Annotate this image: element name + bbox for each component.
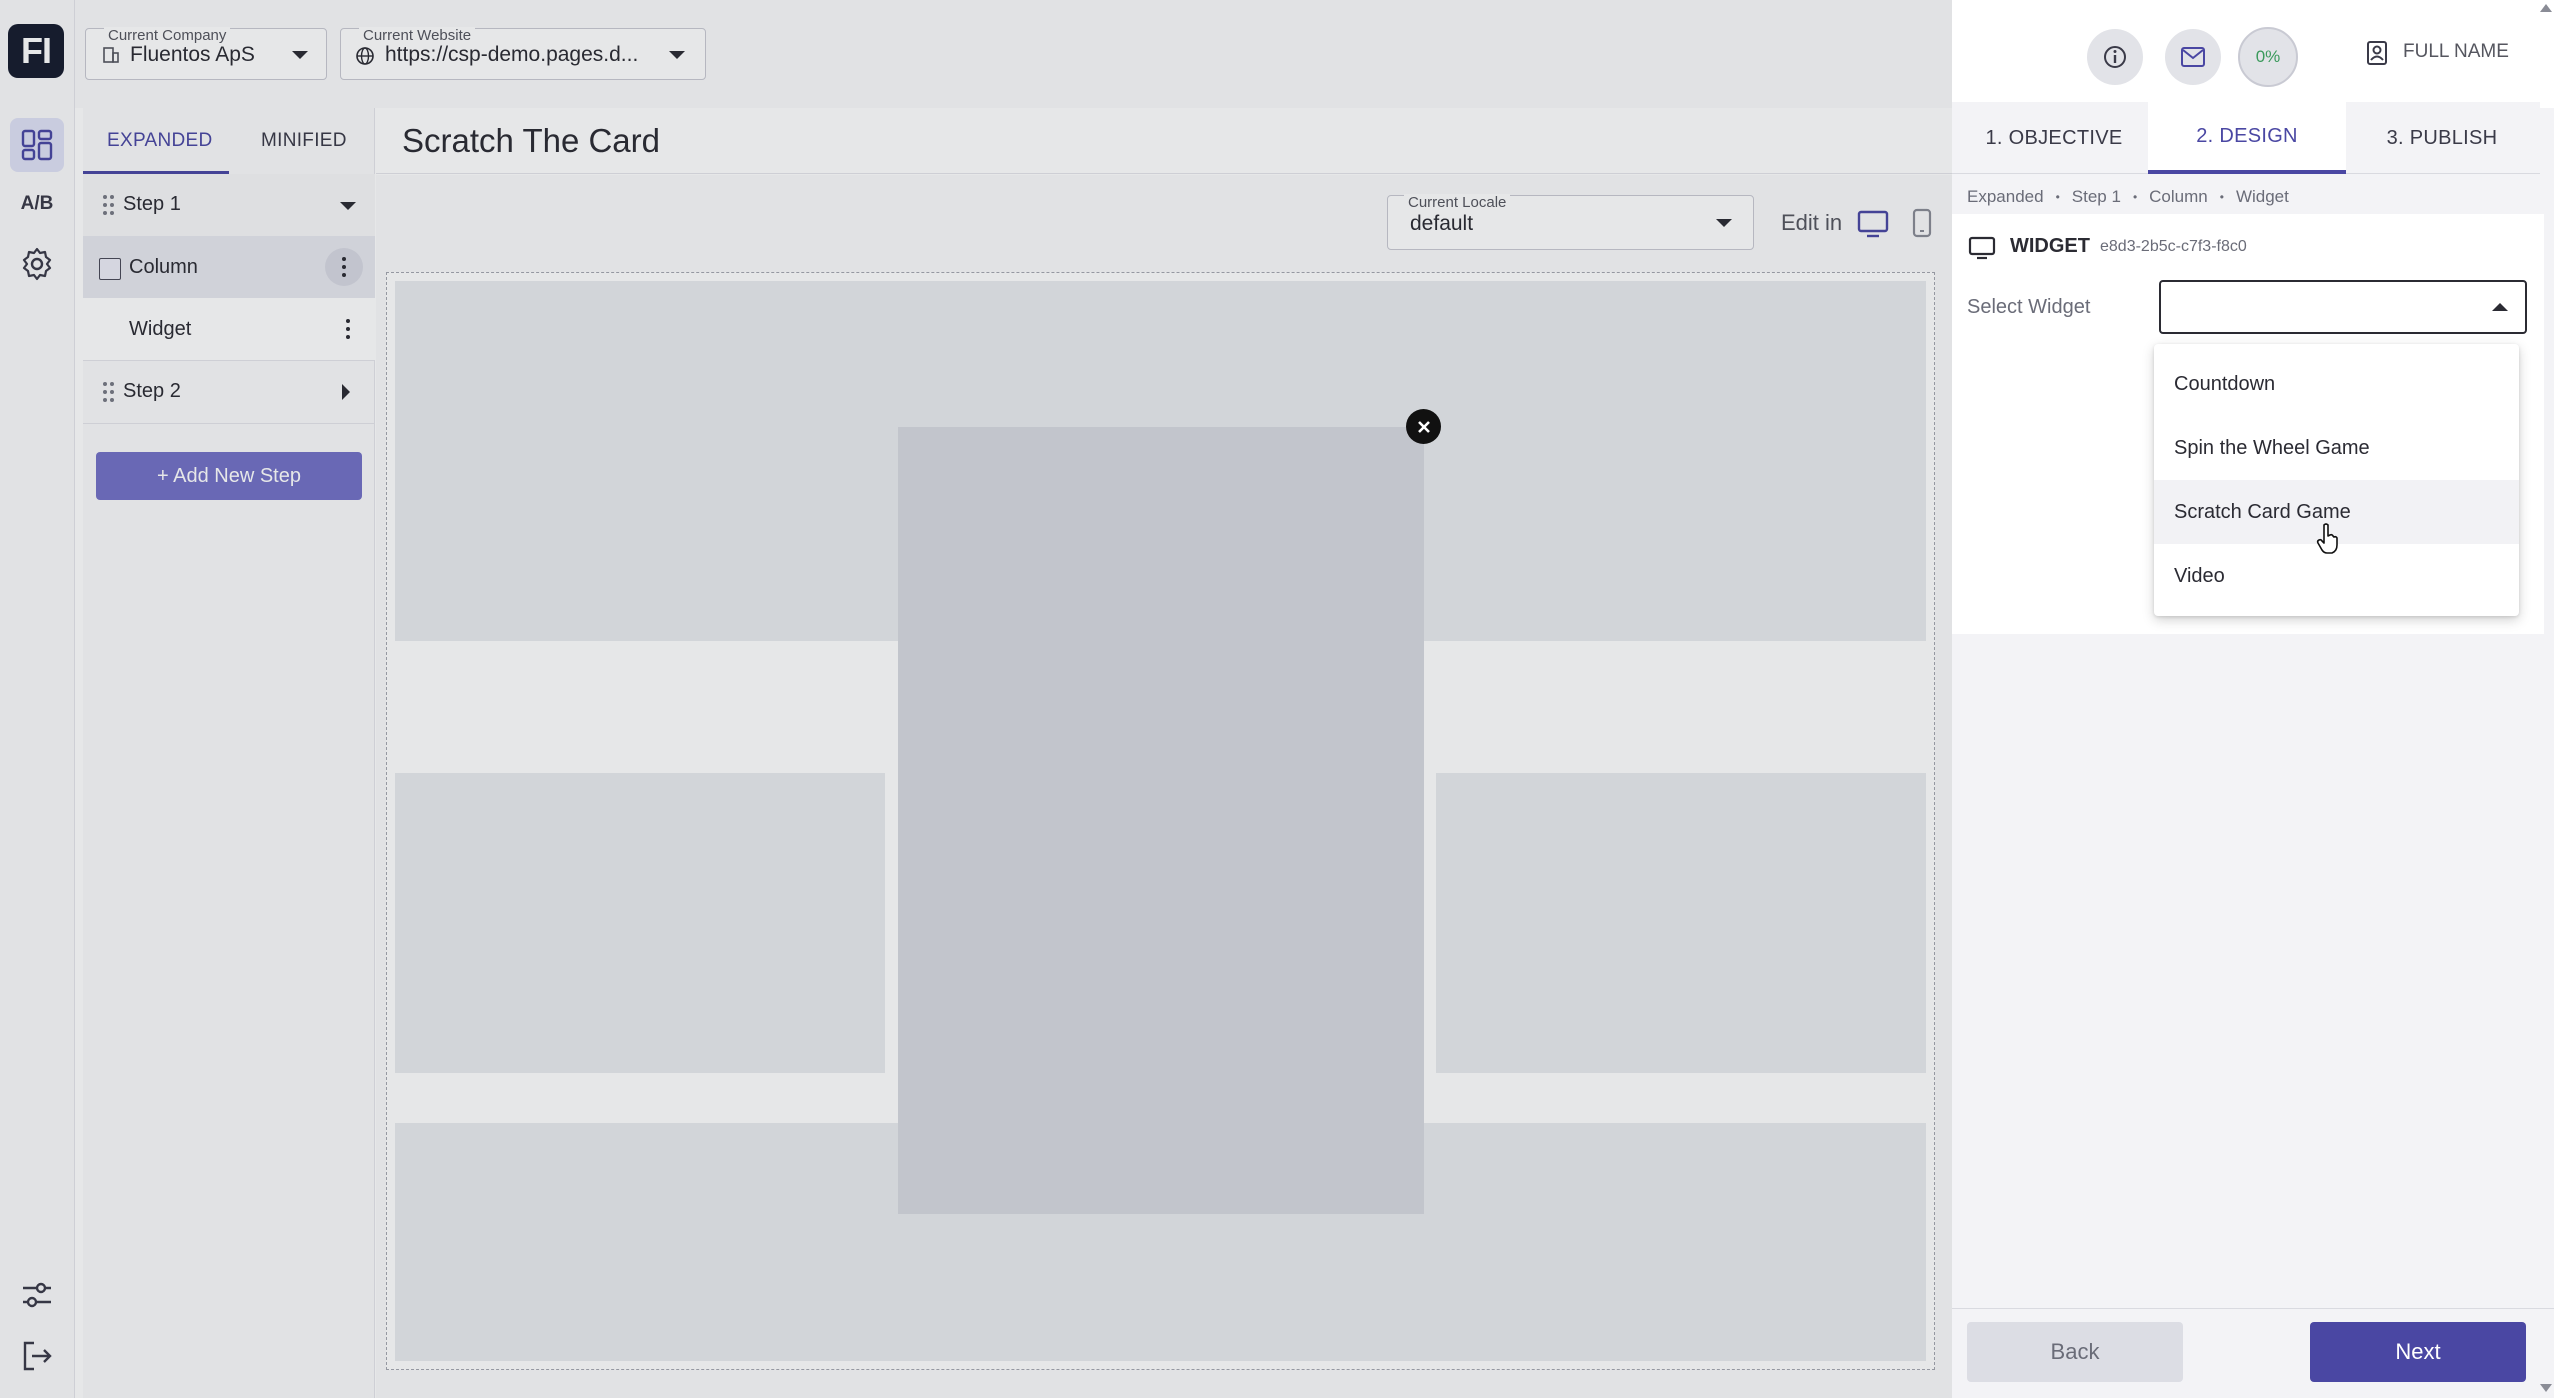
company-icon: [103, 47, 119, 63]
step-item-2[interactable]: Step 2: [83, 361, 375, 423]
scroll-down-icon[interactable]: [2540, 1384, 2552, 1392]
breadcrumb-item[interactable]: Expanded: [1967, 187, 2044, 207]
locale-select-label: Current Locale: [1404, 194, 1511, 212]
website-select-value: https://csp-demo.pages.d...: [385, 43, 639, 66]
mobile-icon[interactable]: [1912, 208, 1932, 238]
breadcrumb-separator: •: [2055, 190, 2060, 204]
chevron-right-icon[interactable]: [342, 384, 350, 400]
step-label: Step 2: [123, 380, 181, 402]
column-item[interactable]: Column: [83, 236, 375, 298]
page-title: Scratch The Card: [402, 122, 661, 159]
company-select-value: Fluentos ApS: [130, 43, 255, 66]
messages-button[interactable]: [2165, 29, 2221, 85]
step-item-1[interactable]: Step 1: [83, 174, 375, 236]
desktop-icon[interactable]: [1857, 210, 1889, 238]
mail-icon: [2181, 47, 2205, 67]
breadcrumb-item[interactable]: Step 1: [2072, 187, 2121, 207]
chevron-down-icon[interactable]: [340, 202, 356, 210]
back-button[interactable]: Back: [1967, 1322, 2183, 1382]
widget-heading: WIDGET: [2010, 235, 2090, 257]
locale-select-value: default: [1410, 212, 1474, 235]
ab-test-icon[interactable]: A/B: [10, 177, 64, 231]
locale-select[interactable]: Current Locale default: [1387, 194, 1754, 250]
sliders-icon[interactable]: [10, 1268, 64, 1322]
hand-cursor-icon: [2316, 523, 2338, 554]
tab-minified[interactable]: MINIFIED: [229, 108, 375, 174]
breadcrumb-item: Widget: [2235, 187, 2289, 206]
chevron-down-icon: [669, 51, 685, 59]
website-select[interactable]: Current Website https://csp-demo.pages.d…: [340, 27, 706, 80]
company-select[interactable]: Current Company Fluentos ApS: [85, 27, 327, 80]
option-countdown[interactable]: Countdown: [2154, 352, 2519, 416]
dashboard-icon[interactable]: [10, 118, 64, 172]
step-label: Step 1: [123, 193, 181, 215]
app-logo[interactable]: FI: [8, 24, 64, 78]
chevron-down-icon: [1716, 219, 1732, 227]
select-widget-dropdown[interactable]: [2159, 280, 2527, 334]
canvas-block: [1436, 773, 1926, 1073]
tab-design[interactable]: 2. DESIGN: [2148, 102, 2346, 174]
divider: [83, 423, 375, 424]
globe-icon: [356, 47, 374, 65]
tab-objective[interactable]: 1. OBJECTIVE: [1956, 102, 2152, 174]
editor-header: Scratch The Card: [376, 108, 1952, 174]
breadcrumb-separator: •: [2132, 190, 2138, 204]
progress-indicator: 0%: [2238, 27, 2298, 87]
chevron-up-icon: [2492, 303, 2508, 311]
tab-expanded[interactable]: EXPANDED: [83, 108, 229, 174]
column-icon: [99, 258, 121, 280]
breadcrumb: Expanded • Step 1 • Column • Widget: [1967, 187, 2289, 207]
select-widget-label: Select Widget: [1967, 296, 2091, 318]
tab-expanded-label: EXPANDED: [107, 130, 213, 151]
tab-publish[interactable]: 3. PUBLISH: [2346, 102, 2538, 174]
breadcrumb-item[interactable]: Column: [2149, 187, 2208, 207]
user-name[interactable]: FULL NAME: [2403, 41, 2509, 63]
kebab-menu-icon: [342, 257, 346, 277]
chevron-down-icon: [292, 51, 308, 59]
close-icon[interactable]: [1406, 409, 1441, 444]
widget-id: e8d3-2b5c-c7f3-f8c0: [2100, 238, 2247, 255]
add-step-button[interactable]: + Add New Step: [96, 452, 362, 500]
widget-placeholder[interactable]: [898, 427, 1424, 1214]
info-button[interactable]: [2087, 29, 2143, 85]
desktop-icon: [1968, 236, 1996, 260]
user-icon: [2367, 41, 2387, 65]
info-icon: [2104, 46, 2126, 68]
logout-icon[interactable]: [10, 1329, 64, 1383]
breadcrumb-separator: •: [2219, 190, 2224, 204]
steps-panel: EXPANDED MINIFIED Step 1 Column Widget S…: [83, 108, 375, 1398]
drag-handle-icon[interactable]: [103, 382, 115, 402]
option-spin-the-wheel[interactable]: Spin the Wheel Game: [2154, 416, 2519, 480]
kebab-menu-icon[interactable]: [346, 319, 350, 339]
widget-label: Widget: [129, 318, 192, 340]
widget-item[interactable]: Widget: [83, 298, 375, 360]
scroll-up-icon[interactable]: [2540, 4, 2552, 12]
divider: [1952, 1308, 2554, 1309]
drag-handle-icon[interactable]: [103, 195, 115, 215]
design-canvas[interactable]: [386, 272, 1935, 1370]
edit-in-label: Edit in: [1781, 210, 1843, 235]
tab-minified-label: MINIFIED: [261, 130, 347, 151]
canvas-block: [395, 773, 885, 1073]
settings-gear-icon[interactable]: [10, 237, 64, 291]
next-button[interactable]: Next: [2310, 1322, 2526, 1382]
widget-options-menu: Countdown Spin the Wheel Game Scratch Ca…: [2154, 344, 2519, 616]
column-label: Column: [129, 256, 198, 278]
